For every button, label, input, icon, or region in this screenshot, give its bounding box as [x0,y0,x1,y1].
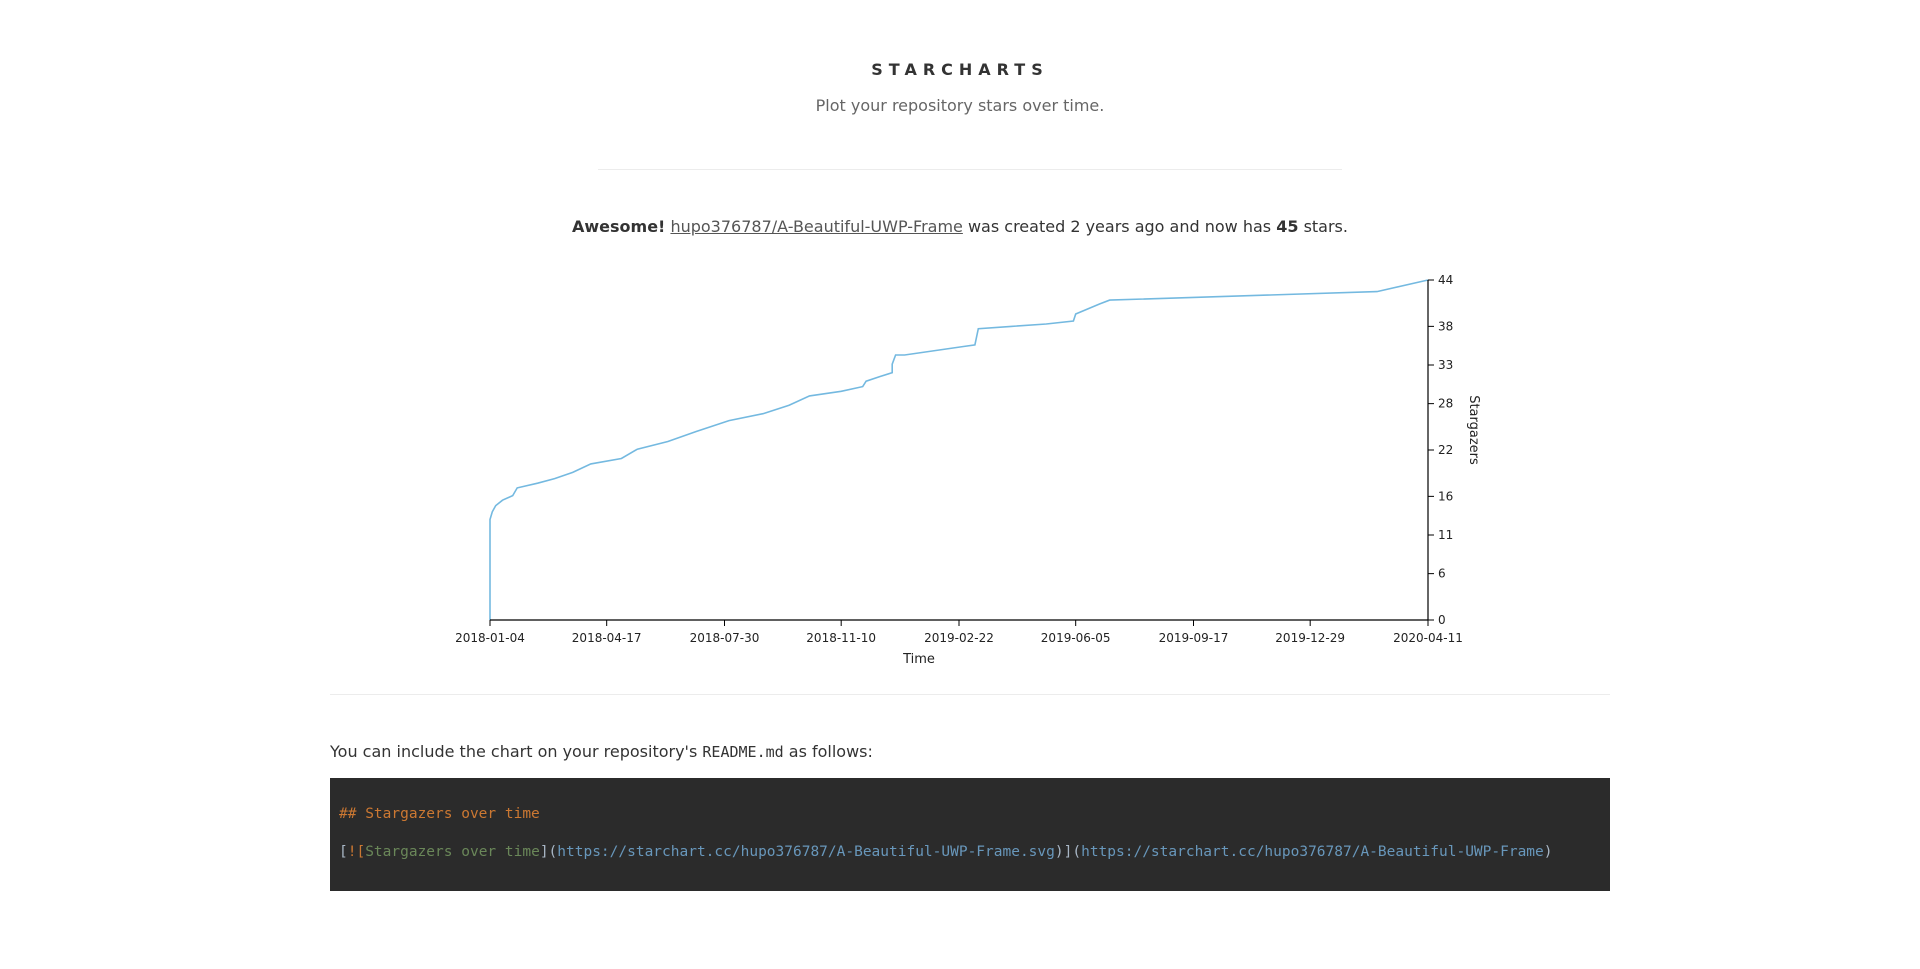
code-alt-text: Stargazers over time [365,844,540,860]
stargazers-chart: 2018-01-04 2018-04-17 2018-07-30 2018-11-10… [455,273,1481,667]
readme-text-before: You can include the chart on your reposi… [330,742,698,761]
y-tick-label: 11 [1438,528,1453,542]
section-divider [330,694,1610,695]
x-tick-label: 2020-04-11 [1393,631,1463,645]
x-tick-label: 2019-09-17 [1159,631,1229,645]
code-open-bracket: [ [339,844,348,860]
code-link-line: [![Stargazers over time](https://starcha… [339,844,1610,860]
readme-text-after: as follows: [788,742,873,761]
repo-link[interactable]: hupo376787/A-Beautiful-UWP-Frame [670,217,962,236]
y-tick-label: 33 [1438,358,1453,372]
y-tick-label: 6 [1438,567,1446,581]
y-tick-label: 0 [1438,613,1446,627]
repo-summary: Awesome! hupo376787/A-Beautiful-UWP-Fram… [0,217,1920,236]
summary-middle: was created 2 years ago and now has [967,217,1272,236]
page-subtitle: Plot your repository stars over time. [815,96,1105,115]
readme-filename: README.md [702,743,784,761]
x-tick-label: 2019-12-29 [1275,631,1345,645]
summary-prefix: Awesome! [572,217,666,236]
star-count: 45 [1276,217,1299,236]
x-tick-label: 2019-02-22 [924,631,994,645]
x-tick-label: 2018-07-30 [690,631,760,645]
code-repo-url: https://starchart.cc/hupo376787/A-Beauti… [1081,844,1544,860]
code-mid: )]( [1054,844,1082,860]
summary-suffix: stars. [1303,217,1348,236]
code-alt-close: ]( [539,844,558,860]
y-axis-label: Stargazers [1466,395,1481,465]
y-tick-label: 16 [1438,489,1453,503]
code-end: ) [1543,844,1553,860]
x-axis-label: Time [902,652,935,667]
header-divider [598,169,1342,170]
code-image-marker: ![ [347,844,366,860]
code-heading-line: ## Stargazers over time [339,806,540,822]
y-tick-label: 22 [1438,443,1453,457]
x-tick-label: 2018-01-04 [455,631,525,645]
page-title: STARCHARTS [871,60,1049,79]
y-tick-label: 28 [1438,397,1453,411]
y-tick-label: 44 [1438,273,1453,287]
x-tick-label: 2018-04-17 [572,631,642,645]
stargazers-line [489,279,1429,620]
markdown-code-block[interactable]: ## Stargazers over time [![Stargazers ov… [330,778,1610,891]
code-image-url: https://starchart.cc/hupo376787/A-Beauti… [557,844,1055,860]
x-tick-label: 2019-06-05 [1041,631,1111,645]
x-tick-label: 2018-11-10 [806,631,876,645]
y-tick-label: 38 [1438,319,1453,333]
readme-instructions: You can include the chart on your reposi… [330,742,873,761]
